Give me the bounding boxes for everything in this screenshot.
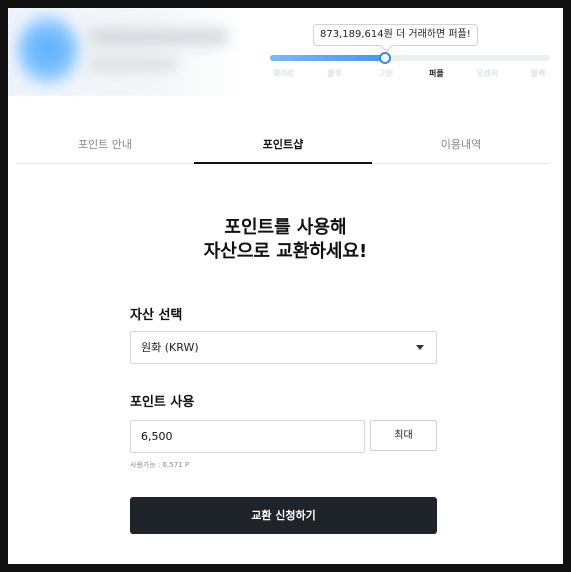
grade-level-purple: 퍼플 — [429, 69, 444, 78]
chevron-down-icon — [416, 345, 424, 350]
grade-level-black: 블랙 — [530, 69, 546, 78]
available-points: 사용가능 : 6,571 P — [130, 461, 190, 469]
grade-progress-bar — [270, 52, 550, 64]
points-use-label: 포인트 사용 — [130, 395, 195, 410]
profile-sub-redacted — [88, 58, 178, 70]
page-title-line2: 자산으로 교환하세요! — [203, 241, 368, 262]
grade-level-orange: 오렌지 — [476, 69, 499, 78]
tab-bar: 포인트 안내 포인트샵 이용내역 — [16, 130, 550, 164]
grade-progress-knob — [378, 52, 391, 64]
grade-level-white: 화이트 — [272, 69, 296, 78]
profile-card — [8, 8, 244, 96]
grade-progress-tooltip: 873,189,614원 더 거래하면 퍼플! — [313, 24, 478, 46]
page-title-line1: 포인트를 사용해 — [224, 217, 347, 238]
profile-name-redacted — [88, 30, 228, 44]
points-input[interactable]: 6,500 — [130, 420, 365, 453]
page-title: 포인트를 사용해 자산으로 교환하세요! — [8, 216, 563, 264]
grade-levels: 화이트 블루 그린 퍼플 오렌지 블랙 — [270, 68, 552, 80]
exchange-submit-button[interactable]: 교환 신청하기 — [130, 497, 437, 534]
grade-level-green: 그린 — [378, 69, 393, 78]
avatar — [16, 14, 80, 86]
max-button[interactable]: 최대 — [370, 420, 437, 451]
asset-select-value: 원화 (KRW) — [141, 341, 199, 354]
grade-level-blue: 블루 — [327, 69, 343, 78]
tab-usage-history[interactable]: 이용내역 — [372, 130, 550, 163]
tab-point-shop[interactable]: 포인트샵 — [194, 130, 372, 164]
asset-select[interactable]: 원화 (KRW) — [130, 331, 437, 364]
asset-select-label: 자산 선택 — [130, 308, 183, 323]
app-frame: 873,189,614원 더 거래하면 퍼플! 화이트 블루 그린 퍼플 오렌지… — [8, 8, 563, 564]
grade-progress-fill — [270, 55, 385, 61]
tab-point-guide[interactable]: 포인트 안내 — [16, 130, 194, 163]
